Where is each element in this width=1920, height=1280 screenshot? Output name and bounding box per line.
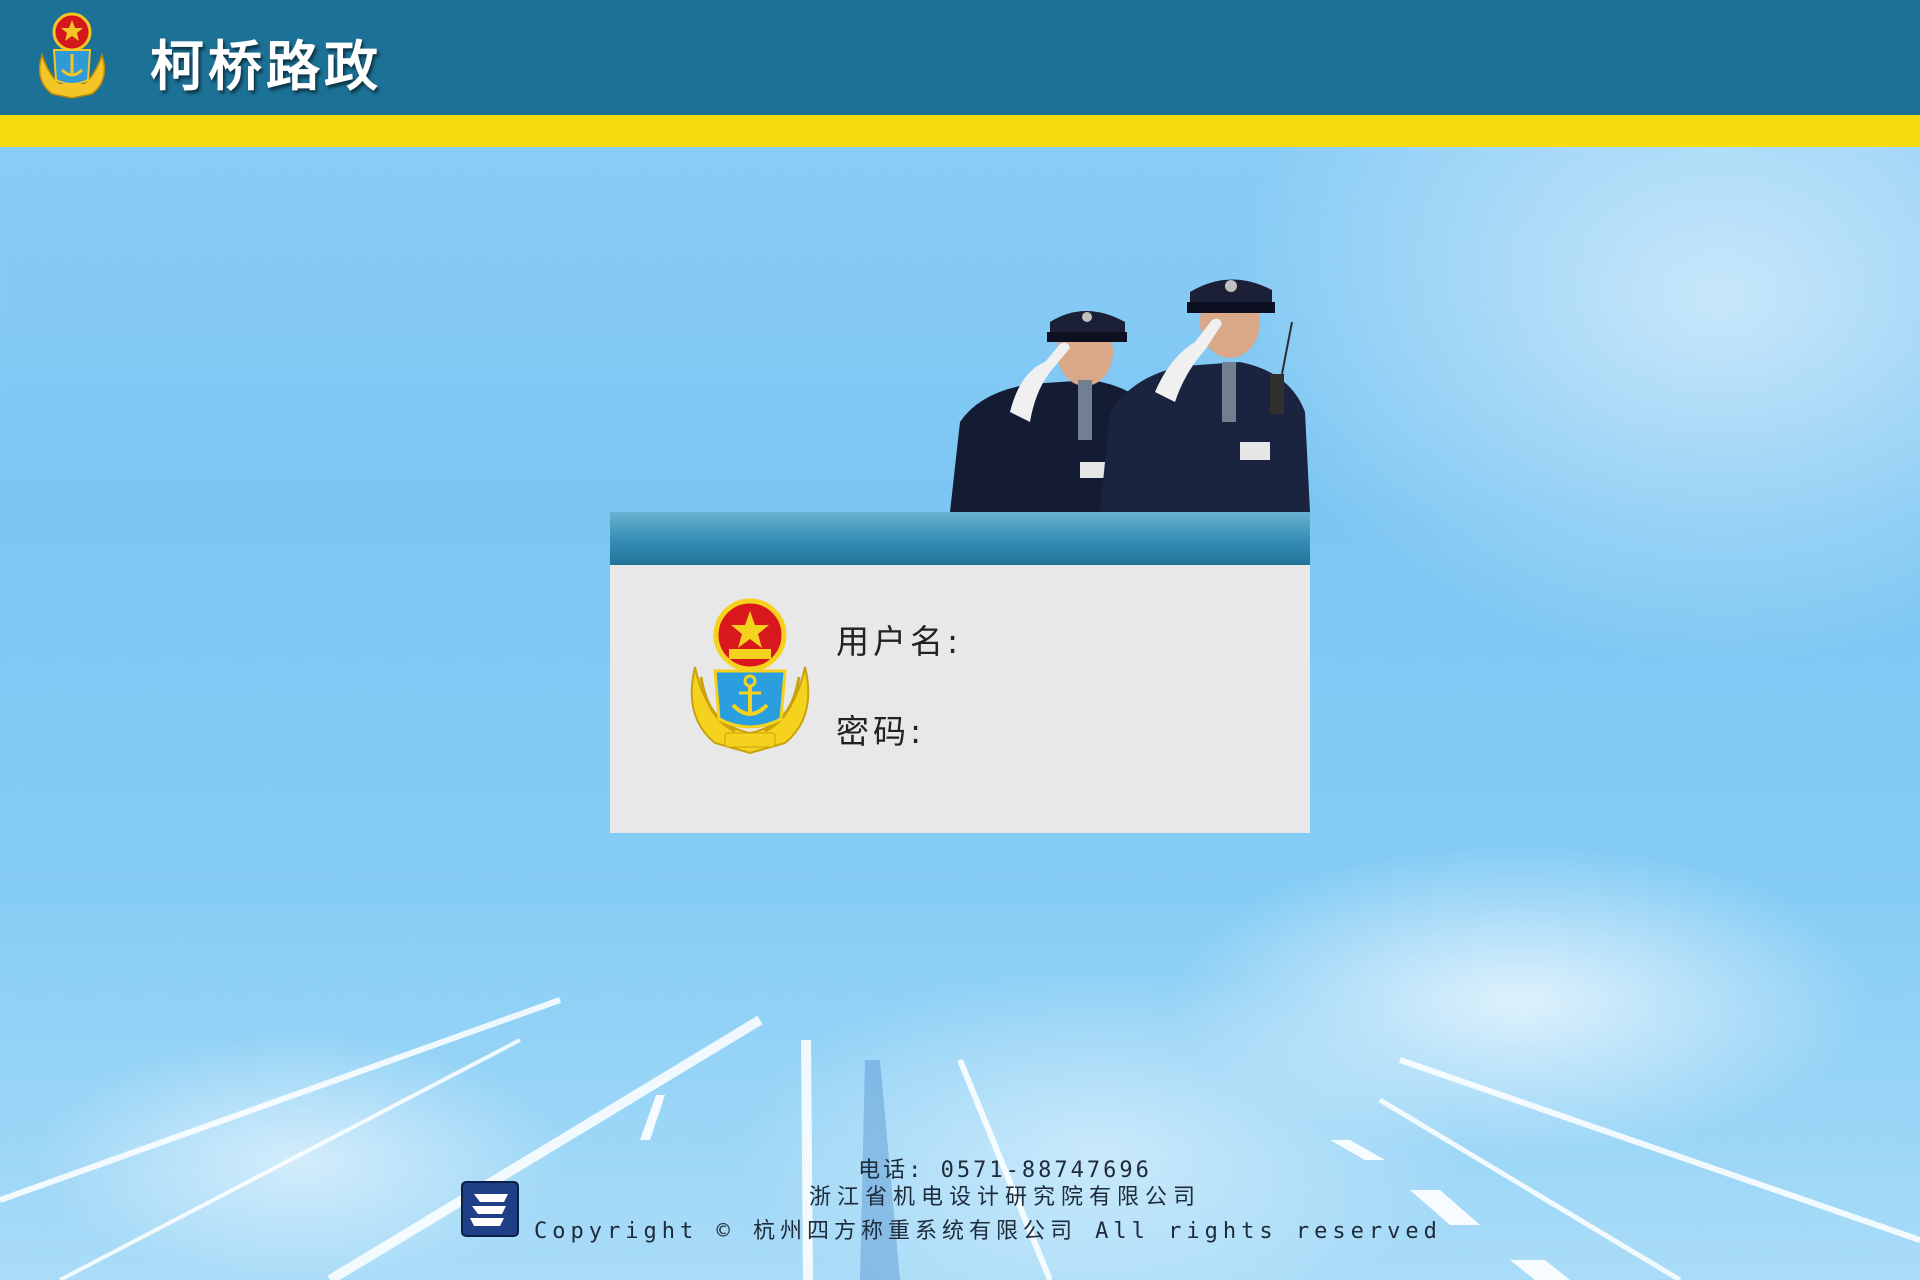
login-panel: 用户名: 密码: <box>610 565 1310 833</box>
username-label: 用户名: <box>836 622 963 661</box>
header-yellow-stripe <box>0 115 1920 147</box>
road-administration-emblem-icon <box>690 598 810 755</box>
top-header: 柯桥路政 <box>0 0 1920 115</box>
footer-copyright: Copyright © 杭州四方称重系统有限公司 All rights rese… <box>534 1219 1442 1244</box>
login-header-bar <box>610 512 1310 565</box>
footer-company: 浙江省机电设计研究院有限公司 <box>808 1185 1201 1210</box>
password-label: 密码: <box>836 712 926 751</box>
username-input[interactable] <box>980 617 1274 663</box>
road-administration-emblem-icon <box>38 12 106 99</box>
saluting-officers-illustration <box>950 279 1310 512</box>
company-logo-icon <box>461 1181 519 1237</box>
page-title: 柯桥路政 <box>150 35 382 98</box>
password-input[interactable] <box>940 707 1274 753</box>
